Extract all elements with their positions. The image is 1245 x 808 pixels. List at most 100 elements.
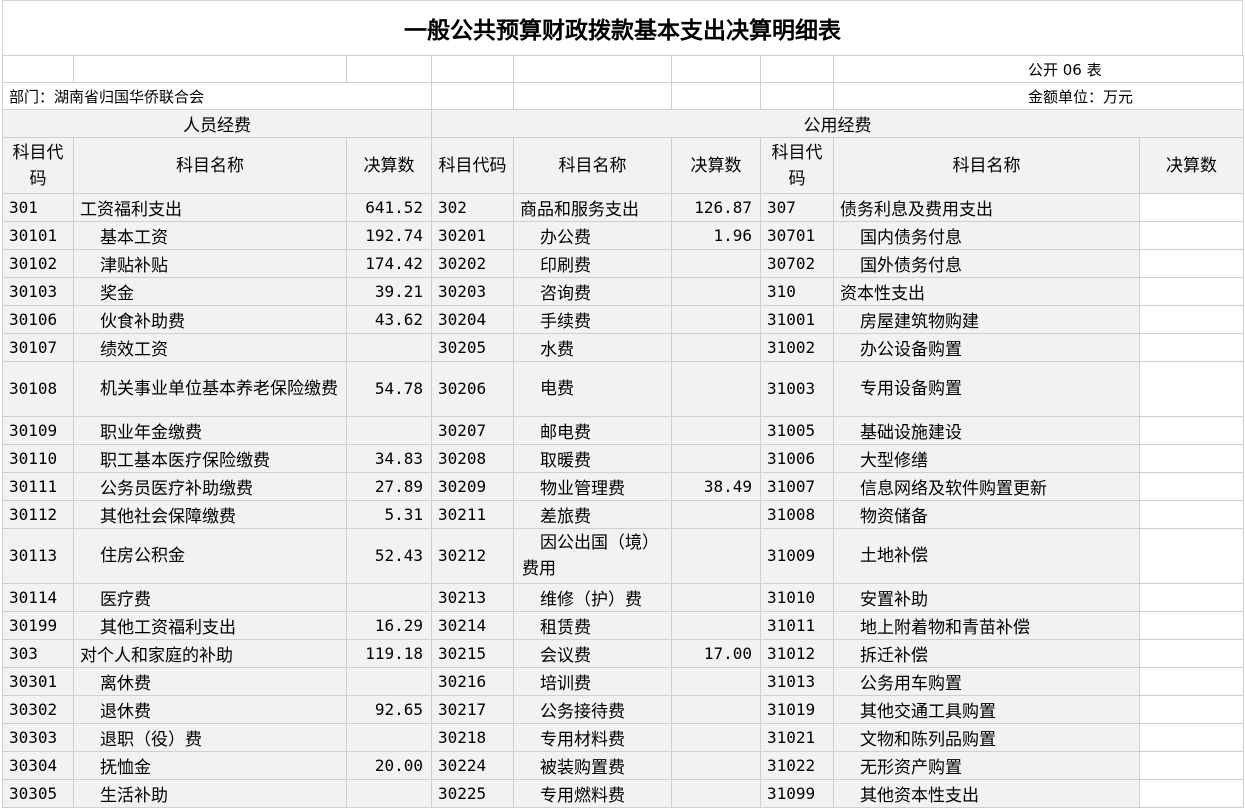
- cell-amount[interactable]: 54.78: [346, 361, 432, 417]
- cell-amount[interactable]: [671, 444, 761, 473]
- cell-name[interactable]: 医疗费: [73, 583, 347, 612]
- cell-name[interactable]: 其他社会保障缴费: [73, 500, 347, 529]
- cell-name[interactable]: 公务员医疗补助缴费: [73, 472, 347, 501]
- cell-amount[interactable]: 92.65: [346, 695, 432, 724]
- cell-name[interactable]: 绩效工资: [73, 333, 347, 362]
- cell-amount[interactable]: [1139, 221, 1244, 250]
- cell-name[interactable]: 退休费: [73, 695, 347, 724]
- cell-code[interactable]: 30202: [431, 249, 514, 278]
- cell-amount[interactable]: [671, 333, 761, 362]
- cell-name[interactable]: 会议费: [513, 639, 672, 668]
- blank-cell[interactable]: [671, 82, 761, 110]
- cell-amount[interactable]: 174.42: [346, 249, 432, 278]
- blank-cell[interactable]: [513, 55, 672, 83]
- cell-amount[interactable]: [1139, 500, 1244, 529]
- cell-code[interactable]: 31003: [760, 361, 834, 417]
- cell-code[interactable]: 30111: [2, 472, 74, 501]
- cell-amount[interactable]: 52.43: [346, 528, 432, 584]
- cell-name[interactable]: 印刷费: [513, 249, 672, 278]
- cell-code[interactable]: 30207: [431, 416, 514, 445]
- cell-amount[interactable]: 38.49: [671, 472, 761, 501]
- cell-name[interactable]: 资本性支出: [833, 277, 1140, 306]
- group-header-public[interactable]: 公用经费: [431, 109, 1244, 138]
- cell-name[interactable]: 物业管理费: [513, 472, 672, 501]
- cell-name[interactable]: 邮电费: [513, 416, 672, 445]
- cell-amount[interactable]: [1139, 695, 1244, 724]
- cell-amount[interactable]: [671, 695, 761, 724]
- cell-name[interactable]: 办公费: [513, 221, 672, 250]
- header-code[interactable]: 科目代码: [2, 137, 74, 194]
- cell-name[interactable]: 维修（护）费: [513, 583, 672, 612]
- cell-amount[interactable]: [1139, 583, 1244, 612]
- cell-code[interactable]: 31009: [760, 528, 834, 584]
- cell-name[interactable]: 其他交通工具购置: [833, 695, 1140, 724]
- cell-code[interactable]: 30214: [431, 611, 514, 640]
- cell-code[interactable]: 30302: [2, 695, 74, 724]
- cell-name[interactable]: 安置补助: [833, 583, 1140, 612]
- cell-name[interactable]: 住房公积金: [73, 528, 347, 584]
- cell-amount[interactable]: 16.29: [346, 611, 432, 640]
- cell-code[interactable]: 30225: [431, 779, 514, 808]
- cell-amount[interactable]: 192.74: [346, 221, 432, 250]
- header-name[interactable]: 科目名称: [513, 137, 672, 194]
- cell-code[interactable]: 310: [760, 277, 834, 306]
- cell-amount[interactable]: [671, 305, 761, 334]
- cell-amount[interactable]: [1139, 444, 1244, 473]
- cell-amount[interactable]: 1.96: [671, 221, 761, 250]
- cell-name[interactable]: 其他工资福利支出: [73, 611, 347, 640]
- cell-code[interactable]: 30205: [431, 333, 514, 362]
- cell-code[interactable]: 303: [2, 639, 74, 668]
- cell-amount[interactable]: 126.87: [671, 193, 761, 222]
- cell-name[interactable]: 专用燃料费: [513, 779, 672, 808]
- cell-code[interactable]: 30112: [2, 500, 74, 529]
- cell-name[interactable]: 大型修缮: [833, 444, 1140, 473]
- cell-amount[interactable]: [346, 416, 432, 445]
- cell-amount[interactable]: 34.83: [346, 444, 432, 473]
- cell-amount[interactable]: [671, 361, 761, 417]
- cell-name[interactable]: 拆迁补偿: [833, 639, 1140, 668]
- cell-amount[interactable]: 17.00: [671, 639, 761, 668]
- cell-code[interactable]: 31021: [760, 723, 834, 752]
- header-amount[interactable]: 决算数: [1139, 137, 1244, 194]
- department-label[interactable]: 部门：湖南省归国华侨联合会: [2, 82, 432, 110]
- unit-label[interactable]: 金额单位：万元: [833, 82, 1244, 110]
- cell-amount[interactable]: [1139, 361, 1244, 417]
- cell-code[interactable]: 30216: [431, 667, 514, 696]
- cell-amount[interactable]: [346, 723, 432, 752]
- cell-name[interactable]: 租赁费: [513, 611, 672, 640]
- cell-code[interactable]: 30102: [2, 249, 74, 278]
- cell-name[interactable]: 机关事业单位基本养老保险缴费: [73, 361, 347, 417]
- cell-code[interactable]: 30303: [2, 723, 74, 752]
- cell-code[interactable]: 31002: [760, 333, 834, 362]
- cell-name[interactable]: 对个人和家庭的补助: [73, 639, 347, 668]
- cell-name[interactable]: 专用设备购置: [833, 361, 1140, 417]
- cell-name[interactable]: 无形资产购置: [833, 751, 1140, 780]
- blank-cell[interactable]: [760, 82, 834, 110]
- cell-name[interactable]: 基本工资: [73, 221, 347, 250]
- cell-amount[interactable]: [671, 779, 761, 808]
- cell-code[interactable]: 30217: [431, 695, 514, 724]
- cell-amount[interactable]: [671, 751, 761, 780]
- header-amount[interactable]: 决算数: [346, 137, 432, 194]
- cell-code[interactable]: 30103: [2, 277, 74, 306]
- cell-code[interactable]: 30107: [2, 333, 74, 362]
- cell-name[interactable]: 水费: [513, 333, 672, 362]
- group-header-personnel[interactable]: 人员经费: [2, 109, 432, 138]
- cell-code[interactable]: 30702: [760, 249, 834, 278]
- cell-amount[interactable]: [346, 779, 432, 808]
- cell-code[interactable]: 31006: [760, 444, 834, 473]
- cell-code[interactable]: 31010: [760, 583, 834, 612]
- cell-amount[interactable]: [1139, 611, 1244, 640]
- cell-code[interactable]: 31099: [760, 779, 834, 808]
- cell-name[interactable]: 抚恤金: [73, 751, 347, 780]
- cell-amount[interactable]: [671, 249, 761, 278]
- cell-amount[interactable]: [671, 416, 761, 445]
- cell-amount[interactable]: [671, 723, 761, 752]
- cell-code[interactable]: 301: [2, 193, 74, 222]
- cell-code[interactable]: 31012: [760, 639, 834, 668]
- cell-code[interactable]: 30212: [431, 528, 514, 584]
- cell-amount[interactable]: 5.31: [346, 500, 432, 529]
- cell-name[interactable]: 国外债务付息: [833, 249, 1140, 278]
- blank-cell[interactable]: [2, 55, 74, 83]
- cell-name[interactable]: 专用材料费: [513, 723, 672, 752]
